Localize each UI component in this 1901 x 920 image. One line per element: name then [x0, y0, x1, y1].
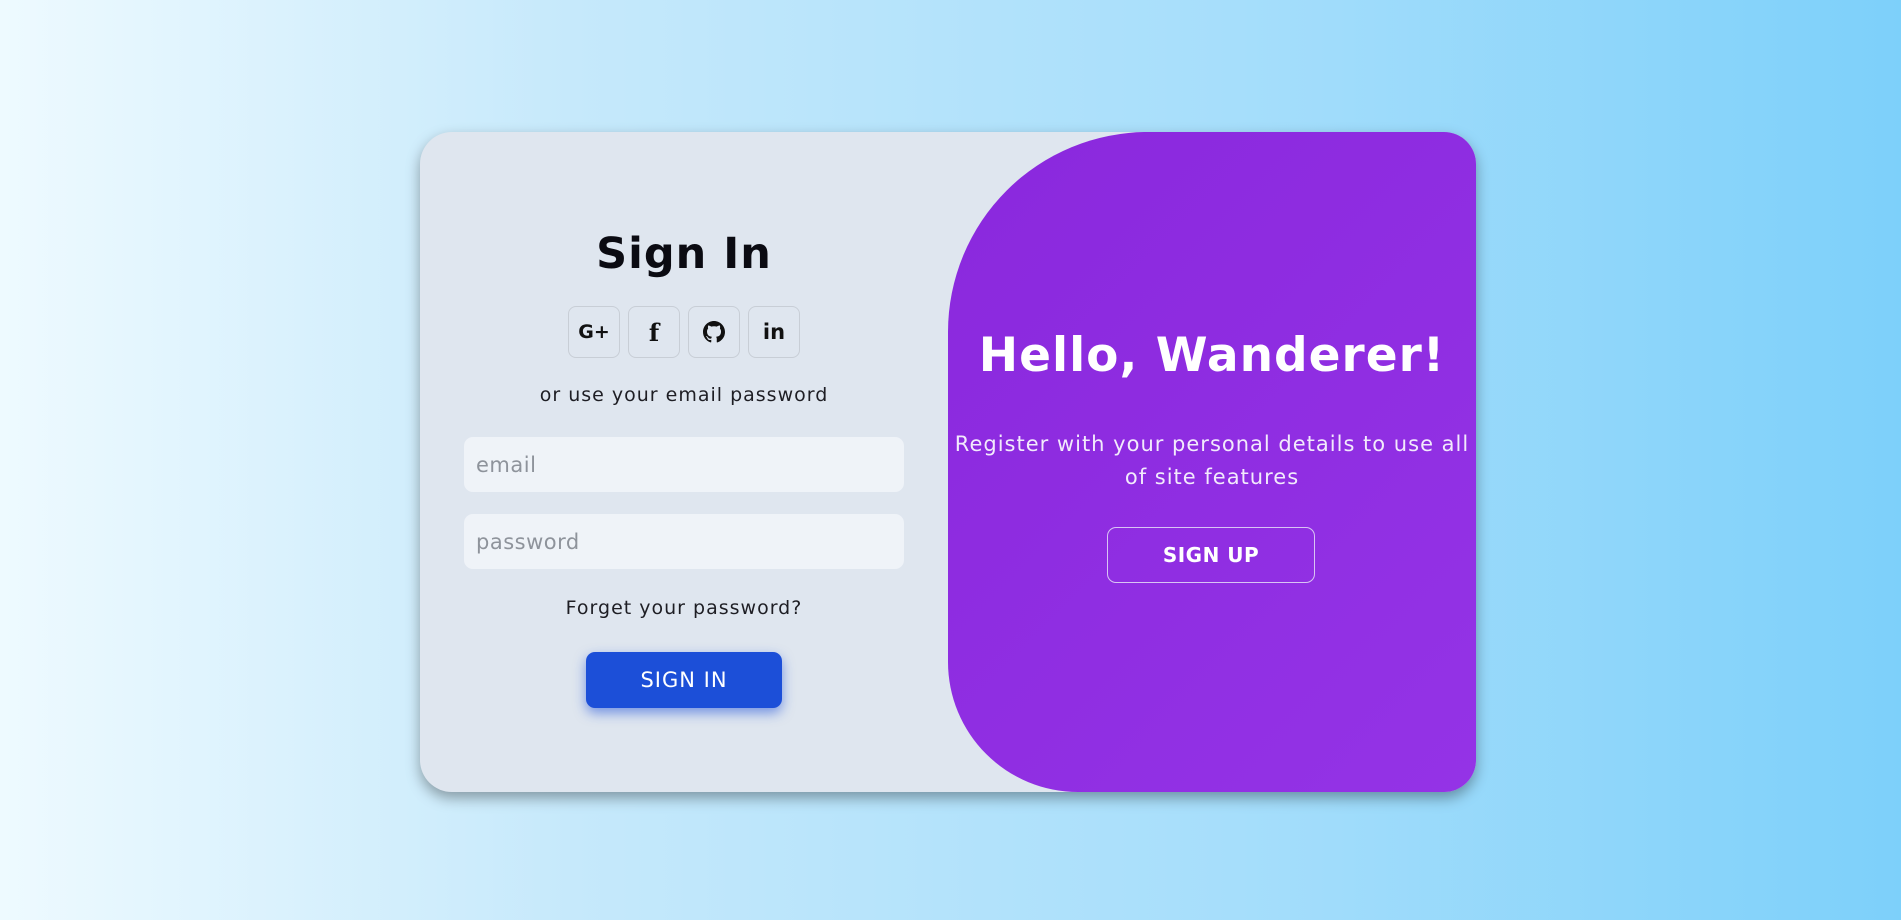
- linkedin-icon: in: [762, 320, 786, 344]
- toggle-panel: Hello, Wanderer! Register with your pers…: [948, 132, 1476, 792]
- hello-title: Hello, Wanderer!: [978, 328, 1446, 383]
- email-input[interactable]: [464, 437, 904, 492]
- github-button[interactable]: [688, 306, 740, 358]
- sign-in-button[interactable]: SIGN IN: [586, 652, 782, 708]
- github-icon: [703, 321, 725, 343]
- social-icons-row: G+ f in: [420, 306, 948, 358]
- google-plus-button[interactable]: G+: [568, 306, 620, 358]
- signin-title: Sign In: [596, 229, 772, 279]
- or-text: or use your email password: [539, 384, 829, 406]
- forgot-password-link[interactable]: Forget your password?: [420, 597, 948, 619]
- linkedin-button[interactable]: in: [748, 306, 800, 358]
- register-text: Register with your personal details to u…: [954, 432, 1470, 489]
- facebook-icon: f: [648, 317, 660, 347]
- sign-up-button[interactable]: SIGN UP: [1107, 527, 1315, 583]
- google-plus-icon: G+: [578, 321, 610, 343]
- auth-card: Sign In G+ f in or use your email passwo…: [420, 132, 1476, 792]
- signin-panel: Sign In G+ f in or use your email passwo…: [420, 132, 948, 792]
- facebook-button[interactable]: f: [628, 306, 680, 358]
- password-input[interactable]: [464, 514, 904, 569]
